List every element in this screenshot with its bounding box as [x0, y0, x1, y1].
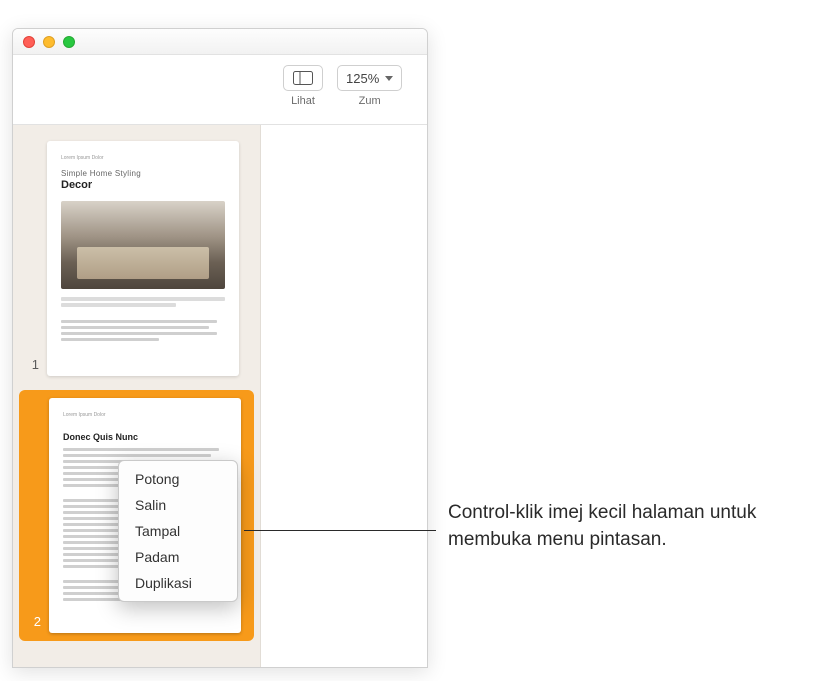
- callout-leader-line: [244, 530, 436, 531]
- thumbnail-subtitle: Simple Home Styling: [61, 169, 225, 178]
- titlebar: [13, 29, 427, 55]
- context-menu-copy[interactable]: Salin: [119, 492, 237, 518]
- thumbnail-header-text: Lorem Ipsum Dolor: [61, 155, 225, 161]
- view-toolbar-item: Lihat: [283, 65, 323, 107]
- zoom-value: 125%: [346, 71, 379, 86]
- toolbar: Lihat 125% Zum: [13, 55, 427, 125]
- thumbnail-heading: Donec Quis Nunc: [63, 432, 227, 442]
- maximize-window-button[interactable]: [63, 36, 75, 48]
- zoom-dropdown[interactable]: 125%: [337, 65, 402, 91]
- context-menu-delete[interactable]: Padam: [119, 544, 237, 570]
- callout-text: Control-klik imej kecil halaman untuk me…: [448, 500, 788, 553]
- chevron-down-icon: [385, 76, 393, 81]
- page-thumbnail-1[interactable]: Lorem Ipsum Dolor Simple Home Styling De…: [47, 141, 239, 376]
- view-label: Lihat: [291, 95, 315, 107]
- zoom-label: Zum: [359, 95, 381, 107]
- sidebar-icon: [293, 71, 313, 85]
- thumbnail-text-line: [61, 332, 217, 335]
- view-button[interactable]: [283, 65, 323, 91]
- context-menu-duplicate[interactable]: Duplikasi: [119, 570, 237, 596]
- thumbnail-image: [61, 201, 225, 289]
- thumbnail-title: Decor: [61, 179, 225, 191]
- thumbnail-row-1: 1 Lorem Ipsum Dolor Simple Home Styling …: [25, 141, 248, 376]
- close-window-button[interactable]: [23, 36, 35, 48]
- thumbnail-header-text: Lorem Ipsum Dolor: [63, 412, 227, 418]
- thumbnail-text-line: [61, 338, 159, 341]
- thumbnail-text-line: [63, 448, 219, 451]
- thumbnail-text-line: [61, 326, 209, 329]
- context-menu-paste[interactable]: Tampal: [119, 518, 237, 544]
- zoom-toolbar-item: 125% Zum: [337, 65, 402, 107]
- thumbnail-text-line: [63, 454, 211, 457]
- page-number: 1: [25, 357, 39, 376]
- document-canvas[interactable]: [261, 125, 427, 667]
- thumbnail-caption-line: [61, 303, 176, 307]
- context-menu-cut[interactable]: Potong: [119, 466, 237, 492]
- minimize-window-button[interactable]: [43, 36, 55, 48]
- thumbnail-caption-line: [61, 297, 225, 301]
- thumbnail-text-line: [61, 320, 217, 323]
- page-number: 2: [27, 614, 41, 633]
- context-menu: Potong Salin Tampal Padam Duplikasi: [118, 460, 238, 602]
